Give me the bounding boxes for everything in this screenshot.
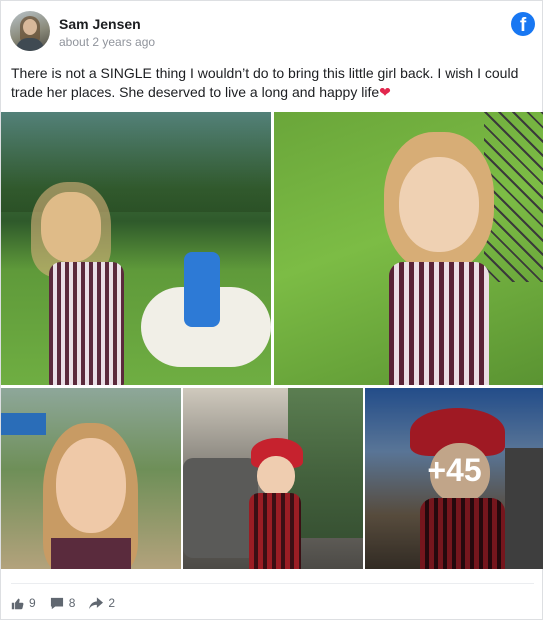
post-header: Sam Jensen about 2 years ago f: [10, 11, 535, 53]
photo-5[interactable]: +45: [365, 388, 543, 569]
share-icon: [89, 596, 104, 609]
more-photos-count[interactable]: +45: [365, 452, 543, 489]
comments-stat[interactable]: 8: [50, 596, 76, 610]
post-timestamp[interactable]: about 2 years ago: [59, 35, 155, 49]
author-name[interactable]: Sam Jensen: [59, 16, 141, 32]
heart-emoji: ❤: [379, 84, 391, 100]
thumbs-up-icon: [11, 598, 24, 609]
post-text-body: There is not a SINGLE thing I wouldn’t d…: [11, 65, 519, 100]
avatar[interactable]: [10, 11, 50, 51]
facebook-icon[interactable]: f: [511, 12, 535, 36]
shares-count: 2: [108, 596, 116, 610]
shares-stat[interactable]: 2: [89, 596, 115, 610]
photo-3[interactable]: [1, 388, 181, 569]
comments-count: 8: [68, 596, 76, 610]
comment-icon: [50, 597, 63, 609]
engagement-stats: 9 8 2: [11, 593, 129, 613]
photo-1[interactable]: [1, 112, 271, 385]
post-text: There is not a SINGLE thing I wouldn’t d…: [11, 64, 531, 102]
likes-count: 9: [29, 596, 36, 610]
photo-2[interactable]: [274, 112, 543, 385]
likes-stat[interactable]: 9: [11, 596, 36, 610]
photo-4[interactable]: [183, 388, 363, 569]
divider: [11, 583, 534, 584]
post-card: Sam Jensen about 2 years ago f There is …: [0, 0, 543, 620]
